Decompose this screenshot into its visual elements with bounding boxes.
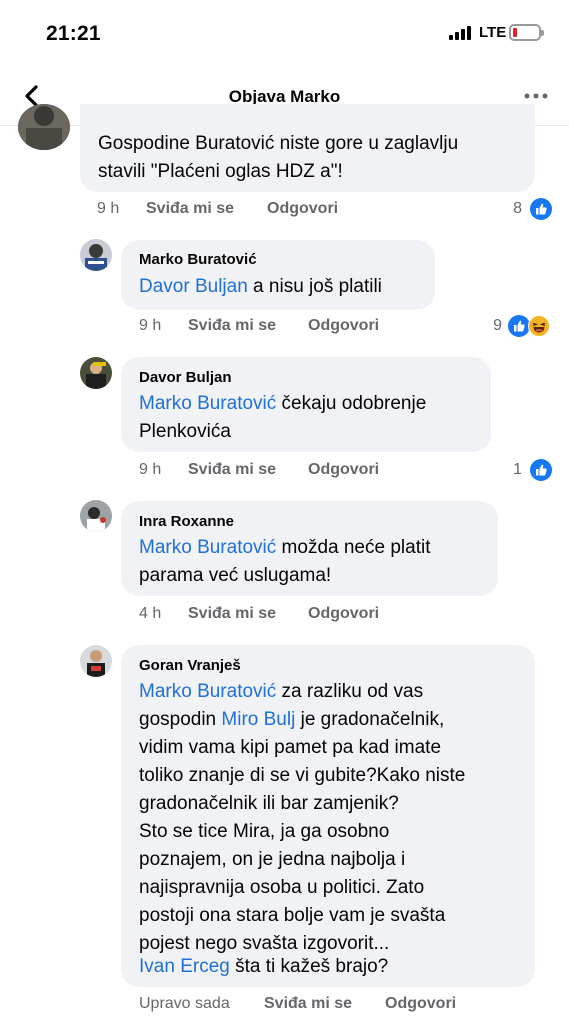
comment-text: Marko Buratović čekaju odobrenje [139, 390, 426, 418]
like-button[interactable]: Sviđa mi se [188, 605, 276, 623]
avatar[interactable] [80, 357, 112, 389]
comment-text: gradonačelnik ili bar zamjenik? [139, 793, 399, 814]
comment-author[interactable]: Davor Buljan [139, 369, 232, 386]
comment-time: 4 h [139, 605, 162, 622]
avatar[interactable] [80, 500, 112, 532]
haha-icon [528, 315, 550, 337]
comment-text: Gospodine Buratović niste gore u zaglavl… [98, 133, 459, 154]
reply-button[interactable]: Odgovori [267, 200, 338, 218]
comment-text: vidim vama kipi pamet pa kad imate [139, 737, 442, 758]
comment-author[interactable]: Marko Buratović [139, 251, 257, 268]
comment-text: Marko Buratović možda neće platit [139, 534, 430, 562]
comment-text: Sto se tice Mira, ja ga osobno [139, 821, 390, 842]
reaction-count[interactable]: 1 [496, 461, 522, 479]
comment-text: Ivan Erceg šta ti kažeš brajo? [139, 953, 388, 981]
comment-text: gospodin Miro Bulj je gradonačelnik, [139, 706, 444, 734]
comment-text-part: je gradonačelnik, [295, 709, 445, 730]
like-button[interactable]: Sviđa mi se [146, 200, 234, 218]
comment-text-part: a nisu još platili [247, 276, 382, 297]
mention-link[interactable]: Marko Buratović [139, 681, 276, 702]
mention-link[interactable]: Ivan Erceg [139, 956, 230, 977]
network-label: LTE [479, 24, 507, 41]
comment-text: postoji ona stara bolje vam je svašta [139, 905, 446, 926]
like-button[interactable]: Sviđa mi se [188, 317, 276, 335]
comment-text: najispravnija osoba u politici. Zato [139, 877, 425, 898]
like-icon [508, 315, 530, 337]
reply-button[interactable]: Odgovori [308, 461, 379, 479]
comment-time: 9 h [97, 200, 120, 217]
comment-text-part: gospodin [139, 709, 222, 730]
comment-text: Marko Buratović za razliku od vas [139, 678, 423, 706]
avatar[interactable] [80, 645, 112, 677]
mention-link[interactable]: Miro Bulj [221, 709, 295, 730]
like-icon [530, 459, 552, 481]
comment-time: Upravo sada [139, 995, 230, 1012]
like-button[interactable]: Sviđa mi se [264, 995, 352, 1013]
comment-text-part: šta ti kažeš brajo? [229, 956, 389, 977]
comment-text-part: čekaju odobrenje [276, 393, 427, 414]
status-time: 21:21 [46, 22, 101, 45]
comment-time: 9 h [139, 461, 162, 478]
comment-author[interactable]: Goran Vranješ [139, 657, 241, 674]
reaction-count[interactable]: 8 [496, 200, 522, 218]
comment-text: parama već uslugama! [139, 565, 332, 586]
like-icon [530, 198, 552, 220]
comment-text: Plenkovića [139, 421, 231, 442]
comment-text: toliko znanje di se vi gubite?Kako niste [139, 765, 466, 786]
reply-button[interactable]: Odgovori [308, 605, 379, 623]
comment-text-part: možda neće platit [276, 537, 431, 558]
comment-text: Davor Buljan a nisu još platili [139, 273, 382, 301]
comment-text-part: za razliku od vas [276, 681, 424, 702]
comment-author[interactable]: Inra Roxanne [139, 513, 234, 530]
reply-button[interactable]: Odgovori [385, 995, 456, 1013]
mention-link[interactable]: Marko Buratović [139, 537, 276, 558]
signal-icon [449, 26, 471, 40]
status-bar: 21:21 LTE [0, 0, 569, 66]
like-button[interactable]: Sviđa mi se [188, 461, 276, 479]
comment-text: poznajem, on je jedna najbolja i [139, 849, 406, 870]
mention-link[interactable]: Marko Buratović [139, 393, 276, 414]
battery-icon [509, 24, 544, 41]
avatar[interactable] [18, 104, 70, 150]
comment-time: 9 h [139, 317, 162, 334]
avatar[interactable] [80, 239, 112, 271]
reply-button[interactable]: Odgovori [308, 317, 379, 335]
mention-link[interactable]: Davor Buljan [139, 276, 248, 297]
reaction-count[interactable]: 9 [476, 317, 502, 335]
comment-text: stavili "Plaćeni oglas HDZ a"! [98, 161, 343, 182]
